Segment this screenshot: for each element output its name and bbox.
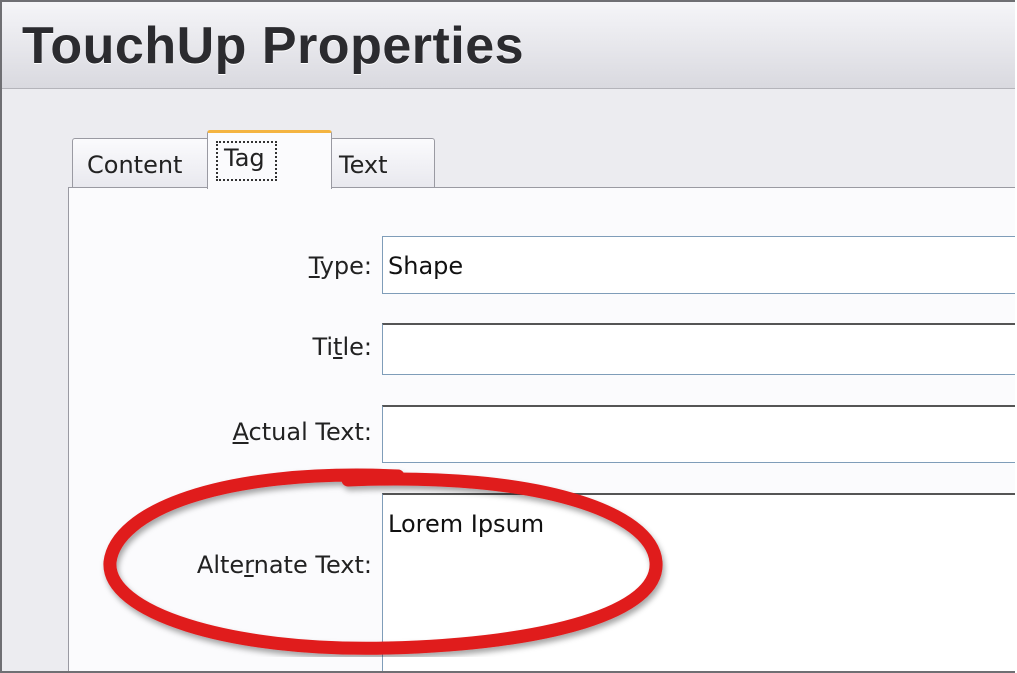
type-label-mnemonic: T [308, 252, 320, 280]
actual-text-label-post: ctual Text: [248, 418, 372, 446]
tab-text[interactable]: Text [330, 138, 435, 188]
actual-text-field[interactable] [382, 405, 1015, 463]
actual-text-label: Actual Text: [233, 418, 372, 446]
tab-tag-label: Tag [216, 141, 277, 181]
title-bar: TouchUp Properties [2, 2, 1015, 89]
tab-content-label: Content [87, 151, 183, 179]
alternate-text-label-mnemonic: r [244, 551, 254, 579]
tab-tag[interactable]: Tag [207, 130, 332, 189]
title-label: Title: [312, 333, 372, 361]
title-field[interactable] [382, 323, 1015, 375]
title-label-pre: Ti [312, 333, 334, 361]
type-label-post: ype: [319, 252, 372, 280]
title-label-post: le: [342, 333, 372, 361]
alternate-text-label-pre: Alte [196, 551, 245, 579]
tag-panel: Type: Shape Title: Actual Text: Alternat… [68, 187, 1015, 671]
alternate-text-label: Alternate Text: [197, 551, 372, 579]
dialog-title: TouchUp Properties [22, 17, 525, 75]
tab-content[interactable]: Content [72, 138, 210, 188]
dialog-window: TouchUp Properties Content Tag Text Type… [0, 0, 1015, 673]
alternate-text-field[interactable]: Lorem Ipsum [382, 493, 1015, 671]
type-field[interactable]: Shape [382, 236, 1015, 294]
tab-text-label: Text [339, 151, 388, 179]
actual-text-label-mnemonic: A [232, 418, 249, 446]
type-label: Type: [309, 252, 372, 280]
alternate-text-label-post: nate Text: [253, 551, 372, 579]
